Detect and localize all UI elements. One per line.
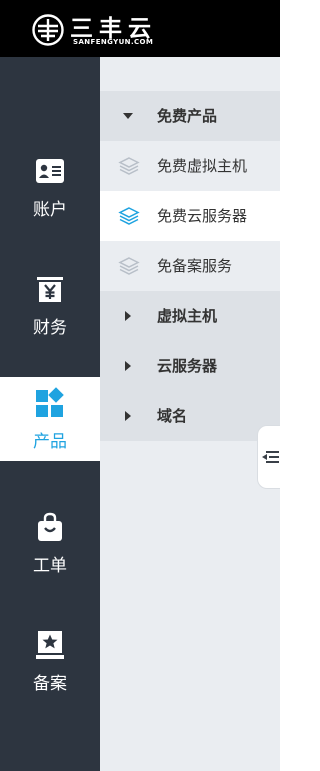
menu-group-label: 免费产品 (157, 107, 218, 125)
star-badge-icon (36, 631, 64, 659)
layers-icon (118, 257, 140, 275)
menu-item-free-cloud-server[interactable]: 免费云服务器 (100, 191, 280, 241)
menu-group-label: 域名 (157, 407, 188, 425)
brand-name-en[interactable]: SANFENGYUN.COM (73, 38, 153, 46)
layers-icon (118, 207, 140, 225)
menu-group-virtual-host[interactable]: 虚拟主机 (100, 291, 280, 341)
collapse-sidebar-icon (262, 451, 279, 463)
menu-item-no-filing-service[interactable]: 免备案服务 (100, 241, 280, 291)
nav-item-finance[interactable]: 财务 (0, 263, 100, 347)
primary-sidebar: 账户 财务 产品 工单 备案 (0, 57, 100, 771)
menu-item-label: 免费虚拟主机 (157, 157, 248, 175)
product-submenu: 免费产品 免费虚拟主机 免费云服务器 免备案服务 虚拟主机 云服务器 域名 (100, 57, 280, 771)
menu-group-domain[interactable]: 域名 (100, 391, 280, 441)
id-card-icon (36, 159, 64, 183)
menu-group-label: 云服务器 (157, 357, 218, 375)
caret-right-icon (125, 411, 131, 421)
nav-label-products: 产品 (33, 432, 67, 452)
menu-item-label: 免备案服务 (157, 257, 233, 275)
caret-down-icon (123, 113, 133, 119)
nav-label-account: 账户 (33, 200, 67, 220)
menu-group-cloud-server[interactable]: 云服务器 (100, 341, 280, 391)
caret-right-icon (125, 311, 131, 321)
menu-group-label: 虚拟主机 (157, 307, 218, 325)
product-grid-icon (36, 387, 64, 417)
submenu-spacer (100, 57, 280, 91)
collapse-sidebar-button[interactable] (257, 425, 280, 489)
menu-group-free-products[interactable]: 免费产品 (100, 91, 280, 141)
sanfengyun-logo-icon[interactable] (32, 14, 64, 46)
nav-item-tickets[interactable]: 工单 (0, 501, 100, 585)
menu-item-label: 免费云服务器 (157, 207, 248, 225)
yuan-receipt-icon (37, 277, 63, 302)
nav-label-filing: 备案 (33, 674, 67, 694)
nav-label-tickets: 工单 (33, 556, 67, 576)
layers-icon (118, 157, 140, 175)
nav-item-filing[interactable]: 备案 (0, 619, 100, 703)
menu-item-free-virtual-host[interactable]: 免费虚拟主机 (100, 141, 280, 191)
nav-label-finance: 财务 (33, 318, 67, 338)
shopping-bag-icon (38, 512, 62, 541)
caret-right-icon (125, 361, 131, 371)
nav-item-account[interactable]: 账户 (0, 145, 100, 229)
nav-item-products[interactable]: 产品 (0, 377, 100, 461)
top-brand-bar: 三丰云 SANFENGYUN.COM (0, 0, 280, 57)
